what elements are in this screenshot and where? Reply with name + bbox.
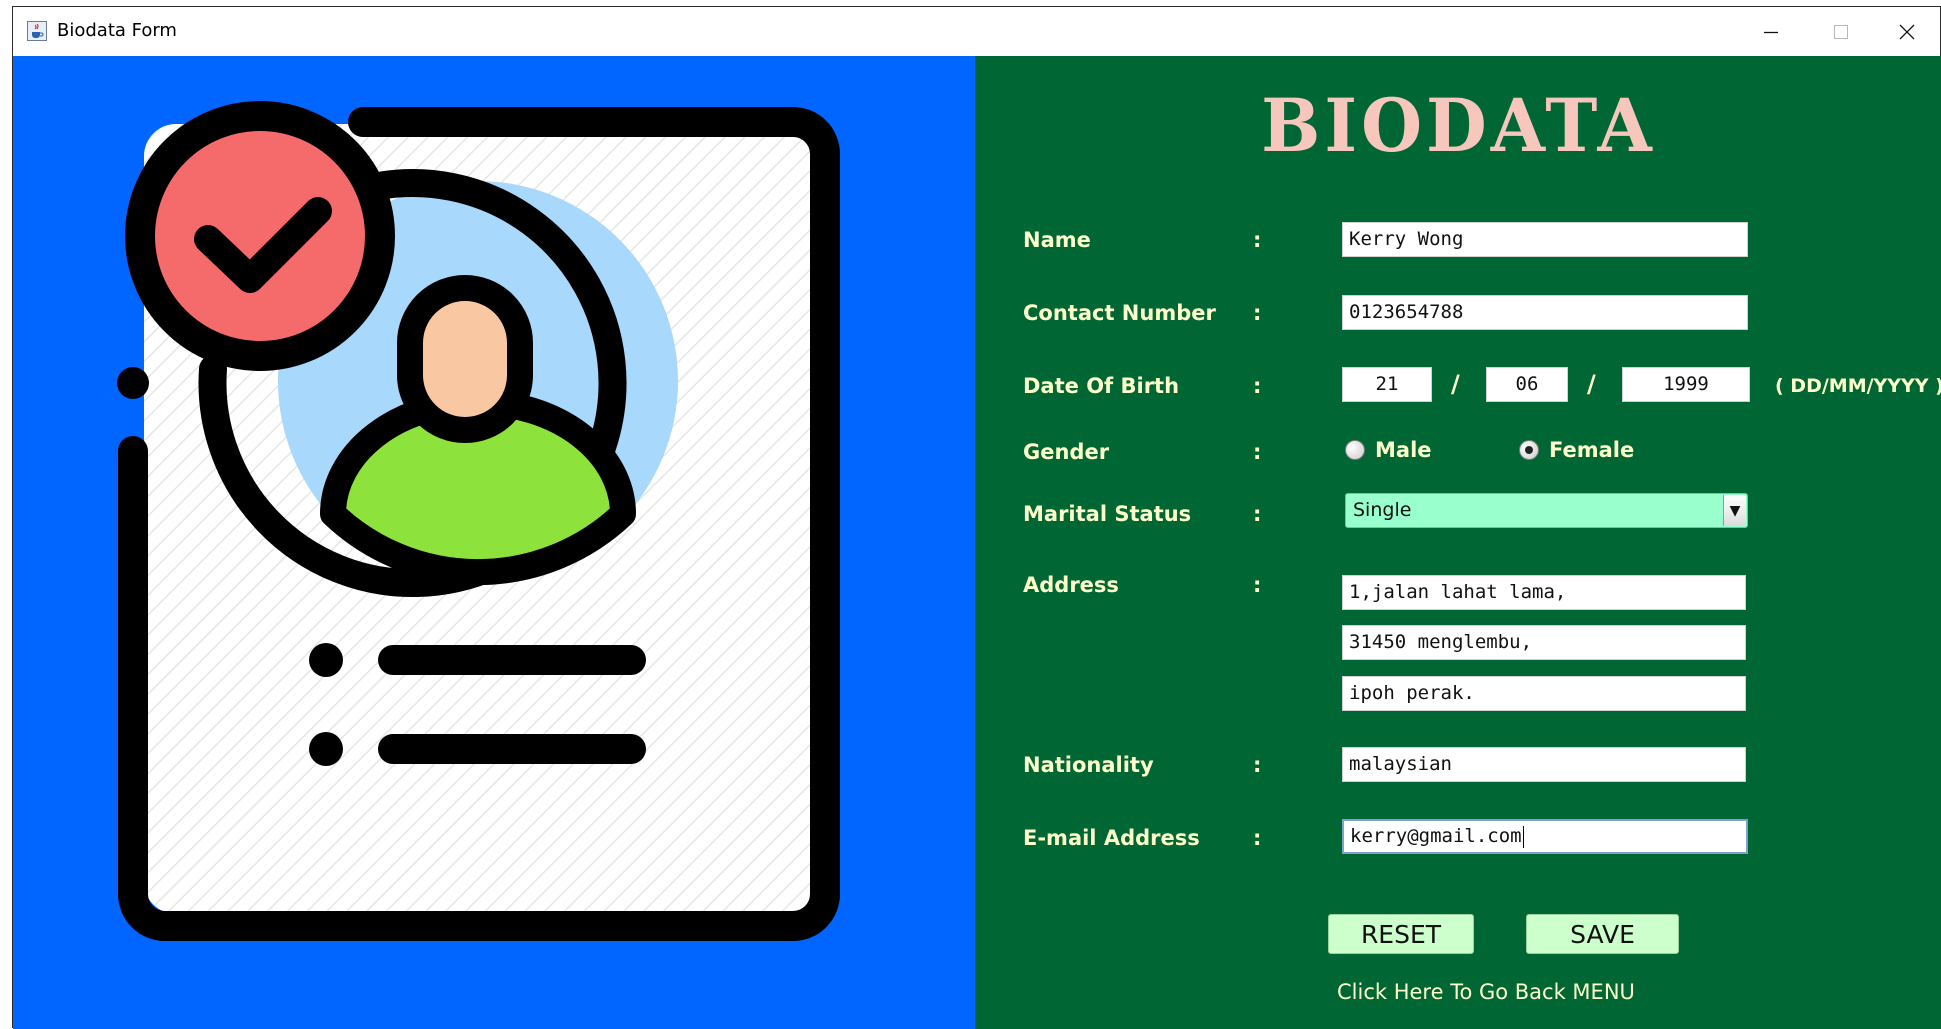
email-colon: : xyxy=(1253,826,1262,850)
marital-status-select[interactable]: Single ▼ xyxy=(1345,493,1748,528)
biodata-document-illustration xyxy=(117,101,840,941)
reset-button[interactable]: RESET xyxy=(1328,914,1474,954)
window-title: Biodata Form xyxy=(57,20,177,41)
contact-number-field[interactable]: 0123654788 xyxy=(1342,295,1748,330)
name-label: Name xyxy=(1023,228,1091,252)
dob-format-hint: ( DD/MM/YYYY ) xyxy=(1775,375,1941,397)
title-bar: Biodata Form xyxy=(13,7,1940,56)
minimize-button[interactable] xyxy=(1736,7,1806,56)
nationality-label: Nationality xyxy=(1023,753,1154,777)
marital-status-value: Single xyxy=(1353,499,1412,521)
gender-label: Gender xyxy=(1023,440,1110,464)
maximize-button[interactable] xyxy=(1806,7,1876,56)
address-line-1-field[interactable]: 1,jalan lahat lama, xyxy=(1342,575,1746,610)
dob-separator: / xyxy=(1451,370,1460,398)
text-caret xyxy=(1522,825,1524,848)
marital-label: Marital Status xyxy=(1023,502,1192,526)
close-icon xyxy=(1899,24,1915,39)
radio-unchecked-icon xyxy=(1345,440,1365,460)
illustration-panel xyxy=(13,56,975,1029)
maximize-icon xyxy=(1834,24,1848,39)
gender-male-radio[interactable]: Male xyxy=(1345,438,1432,462)
address-label: Address xyxy=(1023,573,1119,597)
java-cup-icon xyxy=(27,21,47,41)
close-button[interactable] xyxy=(1872,7,1941,56)
contact-label: Contact Number xyxy=(1023,301,1216,325)
gender-female-radio[interactable]: Female xyxy=(1519,438,1634,462)
gender-male-label: Male xyxy=(1375,438,1432,462)
dob-year-field[interactable]: 1999 xyxy=(1622,367,1750,402)
page-title: BIODATA xyxy=(1261,81,1656,170)
save-button[interactable]: SAVE xyxy=(1526,914,1679,954)
email-value: kerry@gmail.com xyxy=(1350,825,1522,847)
name-field[interactable]: Kerry Wong xyxy=(1342,222,1748,257)
gender-female-label: Female xyxy=(1549,438,1635,462)
address-line-2-field[interactable]: 31450 menglembu, xyxy=(1342,625,1746,660)
form-panel: BIODATA Name : Kerry Wong Contact Number… xyxy=(975,56,1941,1029)
back-to-menu-link[interactable]: Click Here To Go Back MENU xyxy=(1337,980,1635,1004)
nationality-field[interactable]: malaysian xyxy=(1342,747,1746,782)
gender-colon: : xyxy=(1253,440,1262,464)
radio-checked-icon xyxy=(1519,440,1539,460)
email-label: E-mail Address xyxy=(1023,826,1200,850)
minimize-icon xyxy=(1764,31,1778,33)
dob-month-field[interactable]: 06 xyxy=(1486,367,1568,402)
contact-colon: : xyxy=(1253,301,1262,325)
dob-colon: : xyxy=(1253,374,1262,398)
dob-label: Date Of Birth xyxy=(1023,374,1180,398)
nationality-colon: : xyxy=(1253,753,1262,777)
name-colon: : xyxy=(1253,228,1262,252)
dropdown-arrow-icon[interactable]: ▼ xyxy=(1723,495,1746,526)
address-line-3-field[interactable]: ipoh perak. xyxy=(1342,676,1746,711)
dob-separator: / xyxy=(1587,370,1596,398)
biodata-window: Biodata Form BIODATA Name: Kerry Wong C… xyxy=(12,6,1941,1029)
address-colon: : xyxy=(1253,573,1262,597)
email-field[interactable]: kerry@gmail.com xyxy=(1342,819,1748,854)
marital-colon: : xyxy=(1253,502,1262,526)
dob-day-field[interactable]: 21 xyxy=(1342,367,1432,402)
